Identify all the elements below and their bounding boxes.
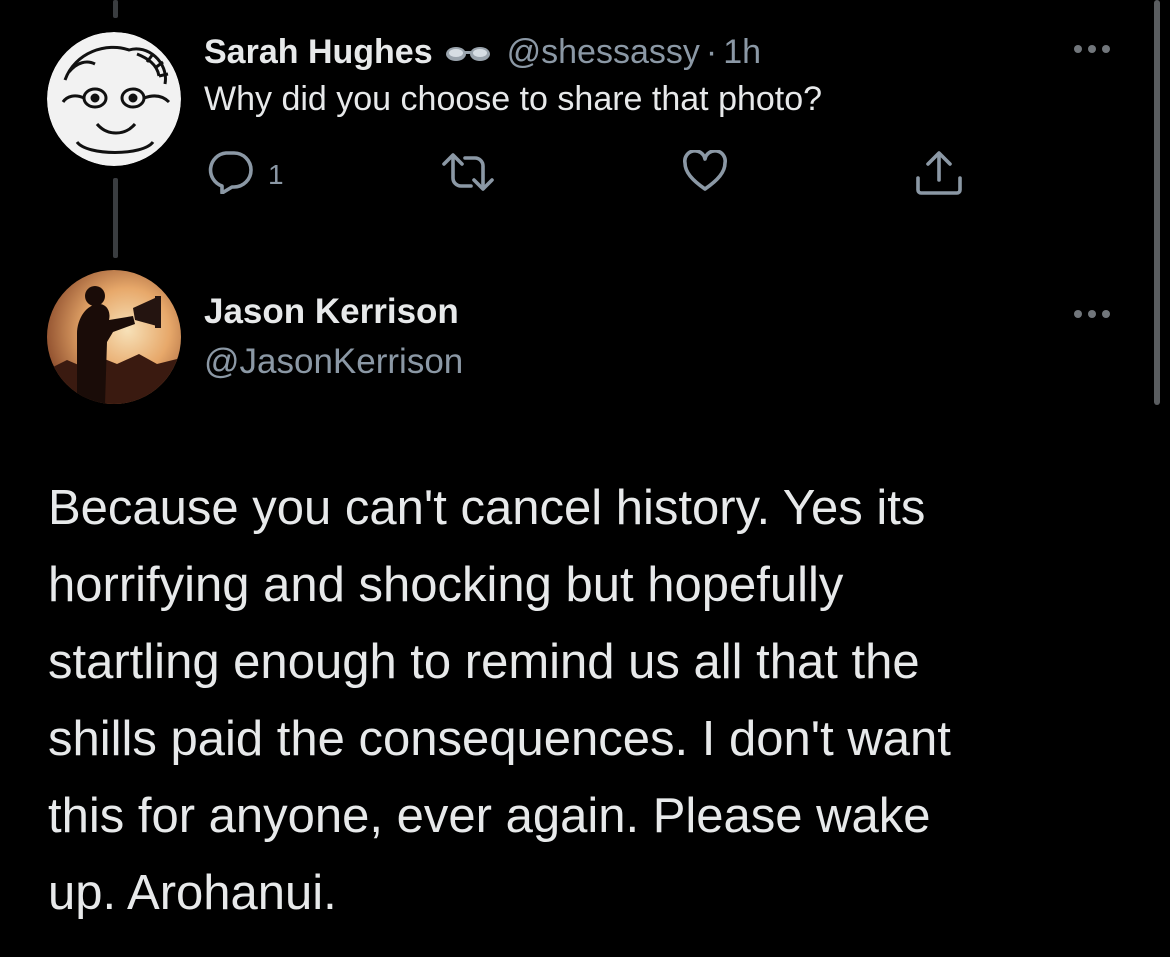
parent-handle[interactable]: @shessassy	[507, 33, 700, 72]
avatar-sarah-hughes[interactable]	[47, 32, 181, 166]
reply-count: 1	[268, 158, 284, 190]
share-button[interactable]	[914, 150, 964, 201]
retweet-icon	[440, 150, 496, 199]
scrollbar[interactable]	[1154, 0, 1160, 405]
main-tweet-line: Because you can't cancel history. Yes it…	[48, 481, 926, 535]
main-tweet-line: horrifying and shocking but hopefully	[48, 558, 844, 612]
main-handle[interactable]: @JasonKerrison	[204, 342, 463, 382]
reply-button[interactable]: 1	[206, 150, 284, 199]
main-tweet-line: up. Arohanui.	[48, 866, 337, 920]
like-button[interactable]	[682, 149, 728, 197]
retweet-button[interactable]	[440, 150, 496, 199]
reply-icon	[206, 150, 254, 199]
parent-display-name[interactable]: Sarah Hughes	[204, 33, 433, 72]
parent-tweet-header: Sarah Hughes @shessassy · 1h	[204, 28, 761, 76]
like-icon	[682, 149, 728, 197]
parent-timestamp[interactable]: 1h	[723, 33, 761, 72]
avatar-jason-kerrison[interactable]	[47, 270, 181, 404]
header-separator: ·	[705, 32, 718, 71]
thread-line-top	[113, 0, 118, 18]
main-display-name[interactable]: Jason Kerrison	[204, 292, 459, 332]
parent-tweet-text: Why did you choose to share that photo?	[204, 80, 823, 118]
more-options-icon[interactable]	[1074, 310, 1110, 318]
share-icon	[914, 150, 964, 201]
glasses-icon	[445, 33, 491, 72]
main-tweet-line: this for anyone, ever again. Please wake	[48, 789, 931, 843]
thread-line-connector	[113, 178, 118, 258]
main-tweet-line: shills paid the consequences. I don't wa…	[48, 712, 951, 766]
main-tweet-text: Because you can't cancel history. Yes it…	[48, 470, 1128, 932]
more-options-icon[interactable]	[1074, 45, 1110, 53]
main-tweet-line: startling enough to remind us all that t…	[48, 635, 920, 689]
